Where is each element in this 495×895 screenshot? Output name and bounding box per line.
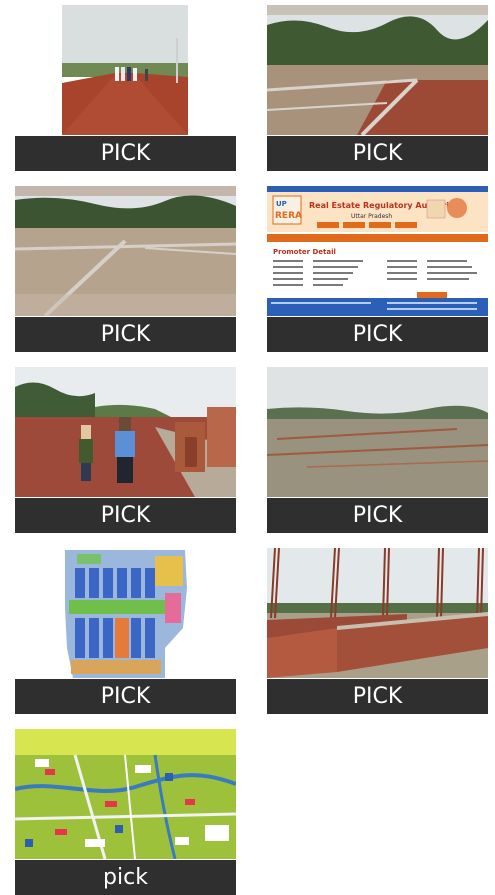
photo-open-field[interactable]: [267, 367, 488, 497]
pick-button[interactable]: PICK: [15, 317, 236, 352]
gallery-tile-8[interactable]: PICK: [267, 548, 488, 714]
pick-button[interactable]: pick: [15, 860, 236, 895]
gallery-tile-7[interactable]: PICK: [15, 548, 236, 714]
pick-button[interactable]: PICK: [267, 136, 488, 171]
image-layout-plan[interactable]: [15, 548, 236, 678]
gallery-tile-4[interactable]: UP RERA Real Estate Regulatory Authority…: [267, 186, 488, 352]
rera-section-title: Promoter Detail: [273, 248, 336, 256]
photo-brick-boundary-wall[interactable]: [267, 548, 488, 678]
pick-button[interactable]: PICK: [267, 679, 488, 714]
pick-button[interactable]: PICK: [15, 498, 236, 533]
photo-site-visitors[interactable]: [15, 367, 236, 497]
gallery-tile-1[interactable]: PICK: [15, 5, 236, 171]
gallery-tile-5[interactable]: PICK: [15, 367, 236, 533]
image-location-map[interactable]: [15, 729, 236, 859]
rera-logo-up: UP: [276, 200, 287, 208]
pick-button[interactable]: PICK: [15, 136, 236, 171]
photo-red-gravel-road[interactable]: [15, 5, 236, 135]
pick-button[interactable]: PICK: [267, 317, 488, 352]
gallery-tile-3[interactable]: PICK: [15, 186, 236, 352]
gallery-tile-6[interactable]: PICK: [267, 367, 488, 533]
photo-plot-boundaries[interactable]: [267, 5, 488, 135]
screenshot-rera-registration[interactable]: UP RERA Real Estate Regulatory Authority…: [267, 186, 488, 316]
photo-plot-layout[interactable]: [15, 186, 236, 316]
gallery-tile-2[interactable]: PICK: [267, 5, 488, 171]
pick-button[interactable]: PICK: [15, 679, 236, 714]
pick-button[interactable]: PICK: [267, 498, 488, 533]
rera-subheading: Uttar Pradesh: [351, 213, 392, 220]
rera-logo-main: RERA: [275, 211, 302, 221]
gallery-tile-9[interactable]: pick: [15, 729, 236, 895]
